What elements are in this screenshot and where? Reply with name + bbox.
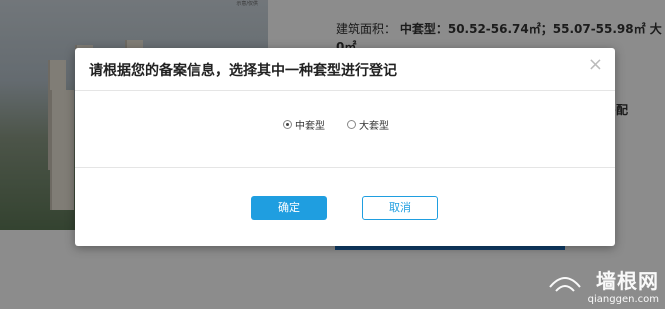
radio-checked-icon[interactable]	[283, 120, 292, 129]
watermark-title: 墙根网	[596, 269, 659, 293]
radio-medium-unit[interactable]: 中套型	[283, 117, 325, 132]
dialog-header: 请根据您的备案信息，选择其中一种套型进行登记 ×	[75, 48, 615, 91]
confirm-button[interactable]: 确定	[251, 196, 327, 220]
cancel-button[interactable]: 取消	[362, 196, 438, 220]
radio-label: 大套型	[359, 121, 389, 132]
radio-label: 中套型	[295, 121, 325, 132]
radio-large-unit[interactable]: 大套型	[347, 117, 389, 132]
close-icon[interactable]: ×	[588, 56, 603, 74]
unit-type-radio-group: 中套型 大套型	[283, 117, 389, 132]
radio-unchecked-icon[interactable]	[347, 120, 356, 129]
select-unit-dialog: 请根据您的备案信息，选择其中一种套型进行登记 × 中套型 大套型 确定 取消	[75, 48, 615, 246]
watermark-logo-icon	[548, 277, 581, 292]
dialog-title: 请根据您的备案信息，选择其中一种套型进行登记	[89, 63, 397, 79]
site-watermark: 墙根网 qianggen.com	[548, 265, 659, 305]
dialog-body: 中套型 大套型	[75, 91, 615, 168]
watermark-url: qianggen.com	[587, 294, 659, 305]
